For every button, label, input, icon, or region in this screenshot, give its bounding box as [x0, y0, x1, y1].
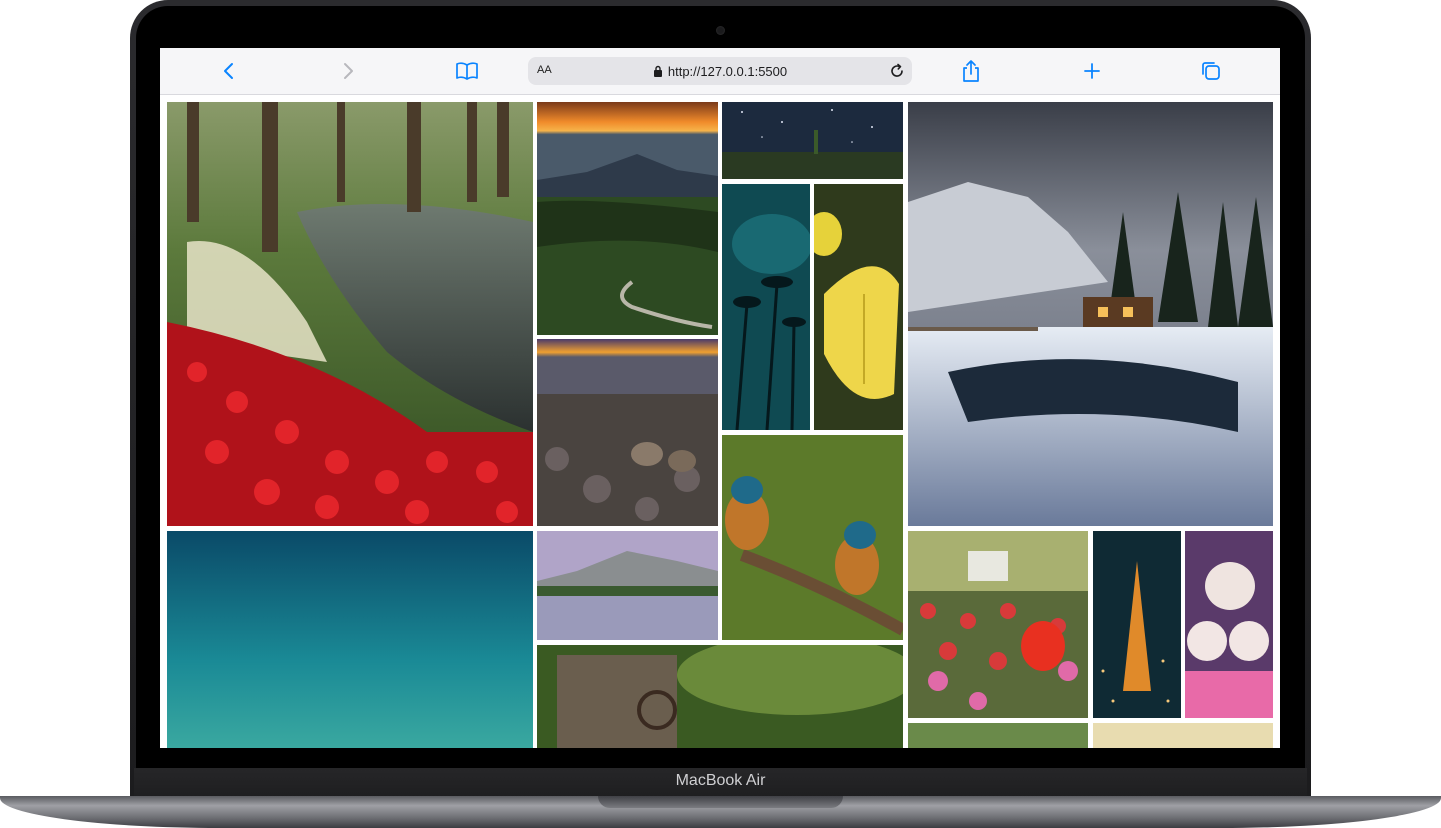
share-icon — [963, 60, 979, 82]
photo-bighorn-sheep[interactable] — [537, 339, 718, 526]
chevron-right-icon — [344, 63, 353, 79]
photo-yellow-butterfly[interactable] — [814, 184, 903, 430]
device-label: MacBook Air — [675, 772, 766, 789]
tabs-icon — [1202, 62, 1220, 80]
share-button[interactable] — [956, 57, 986, 85]
photo-tokyo-tower[interactable] — [1093, 531, 1181, 718]
photo-tulip-field[interactable] — [908, 531, 1088, 718]
photo-green-forest[interactable] — [908, 723, 1088, 748]
photo-tulips-canal[interactable] — [167, 102, 533, 526]
photo-starry-night[interactable] — [722, 102, 903, 179]
photo-mountain-lake[interactable] — [537, 531, 718, 640]
address-bar[interactable]: AA http://127.0.0.1:5500 — [528, 57, 912, 85]
new-tab-button[interactable] — [1077, 57, 1107, 85]
lock-icon — [653, 65, 662, 77]
hinge-notch — [598, 796, 843, 808]
chevron-left-icon — [224, 63, 233, 79]
bookmarks-button[interactable] — [452, 57, 482, 85]
url-text: http://127.0.0.1:5500 — [667, 63, 788, 79]
photo-snowy-cabin[interactable] — [908, 102, 1273, 526]
plus-icon — [1084, 63, 1100, 79]
reload-icon — [891, 63, 903, 77]
photo-teal-palms[interactable] — [722, 184, 810, 430]
photo-teal-gradient[interactable] — [167, 531, 533, 748]
back-button[interactable] — [214, 57, 244, 85]
photo-kittens[interactable] — [1185, 531, 1273, 718]
photo-stone-mill[interactable] — [537, 645, 903, 748]
forward-button[interactable] — [333, 57, 363, 85]
book-icon — [456, 62, 478, 80]
photo-mountain-sunset[interactable] — [537, 102, 718, 335]
camera-icon — [716, 26, 725, 35]
photo-gallery — [160, 95, 1280, 748]
browser-toolbar: AA http://127.0.0.1:5500 — [160, 48, 1280, 95]
tabs-overview-button[interactable] — [1196, 57, 1226, 85]
photo-sunlit-trees[interactable] — [1093, 723, 1273, 748]
browser-window: AA http://127.0.0.1:5500 — [160, 48, 1280, 748]
reload-button[interactable] — [888, 62, 906, 80]
photo-kingfishers[interactable] — [722, 435, 903, 640]
